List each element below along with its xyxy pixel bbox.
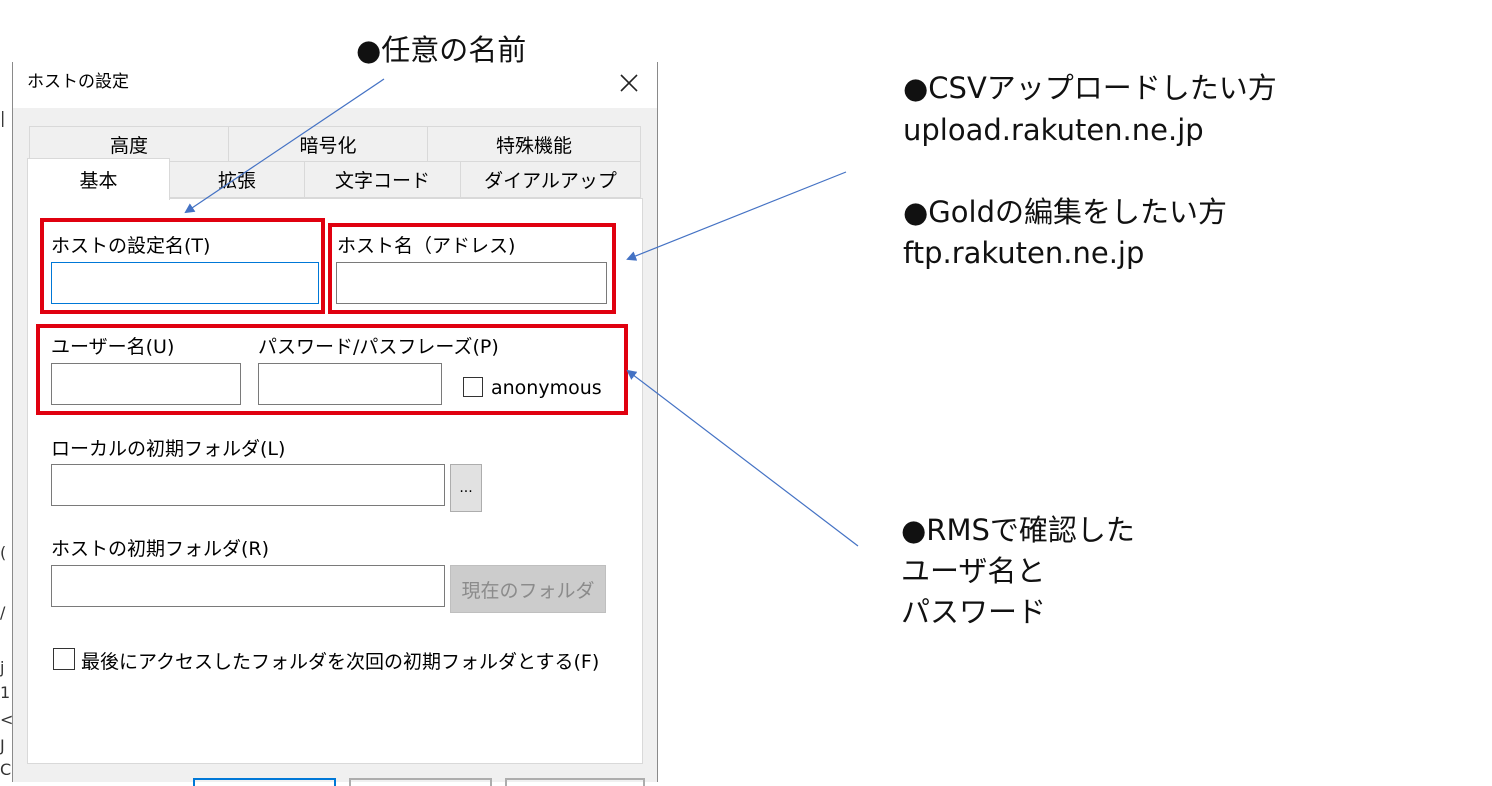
- host-folder-input[interactable]: [51, 565, 445, 607]
- annotation-gold-title: ●Goldの編集をしたい方: [903, 195, 1227, 229]
- annotation-any-name: ●任意の名前: [356, 33, 527, 67]
- current-folder-button[interactable]: 現在のフォルダ: [450, 565, 606, 613]
- tab-dialup[interactable]: ダイアルアップ: [460, 161, 641, 198]
- annotation-rms-line3: パスワード: [901, 595, 1047, 629]
- annotation-csv-title: ●CSVアップロードしたい方: [903, 71, 1277, 105]
- host-folder-label: ホストの初期フォルダ(R): [51, 538, 270, 560]
- highlight-user-password: [36, 324, 628, 415]
- dialog-titlebar: ホストの設定: [13, 62, 657, 108]
- tab-basic[interactable]: 基本: [27, 158, 170, 200]
- close-button[interactable]: [609, 64, 649, 102]
- tab-advanced[interactable]: 高度: [29, 126, 229, 162]
- background-fragment: J: [0, 736, 5, 755]
- local-folder-label: ローカルの初期フォルダ(L): [51, 438, 286, 460]
- background-fragment: C: [0, 760, 12, 779]
- local-folder-input[interactable]: [51, 464, 445, 506]
- background-fragment: j: [0, 658, 5, 677]
- background-window-edge: | ( / j 1 < J C: [0, 0, 13, 782]
- arrow-to-host-name: [626, 171, 847, 261]
- tab-encryption[interactable]: 暗号化: [228, 126, 428, 162]
- close-icon: [620, 74, 638, 92]
- tab-extended[interactable]: 拡張: [169, 161, 305, 198]
- annotation-gold-host: ftp.rakuten.ne.jp: [903, 236, 1145, 270]
- background-fragment: 1: [0, 683, 11, 702]
- background-fragment: (: [0, 543, 7, 562]
- annotation-rms-line1: ●RMSで確認した: [901, 513, 1135, 547]
- highlight-host-name: [328, 223, 616, 314]
- tab-special-features[interactable]: 特殊機能: [427, 126, 641, 162]
- highlight-host-setting-name: [40, 218, 325, 314]
- annotation-csv-host: upload.rakuten.ne.jp: [903, 113, 1204, 147]
- arrow-to-user-password: [626, 369, 859, 547]
- tab-character-code[interactable]: 文字コード: [304, 161, 461, 198]
- background-fragment: /: [0, 603, 6, 622]
- dialog-title: ホストの設定: [27, 72, 129, 92]
- annotation-rms-line2: ユーザ名と: [901, 554, 1046, 588]
- help-button[interactable]: [505, 778, 645, 786]
- last-folder-checkbox[interactable]: [53, 648, 75, 670]
- cancel-button[interactable]: [349, 778, 492, 786]
- host-settings-dialog: ホストの設定 高度 暗号化 特殊機能 文字コード ダイアルアップ 拡張 基本 ホ…: [12, 62, 658, 786]
- browse-local-folder-button[interactable]: ...: [450, 464, 482, 512]
- background-fragment: |: [0, 108, 6, 127]
- last-folder-checkbox-label: 最後にアクセスしたフォルダを次回の初期フォルダとする(F): [81, 651, 600, 673]
- ok-button[interactable]: [193, 778, 336, 786]
